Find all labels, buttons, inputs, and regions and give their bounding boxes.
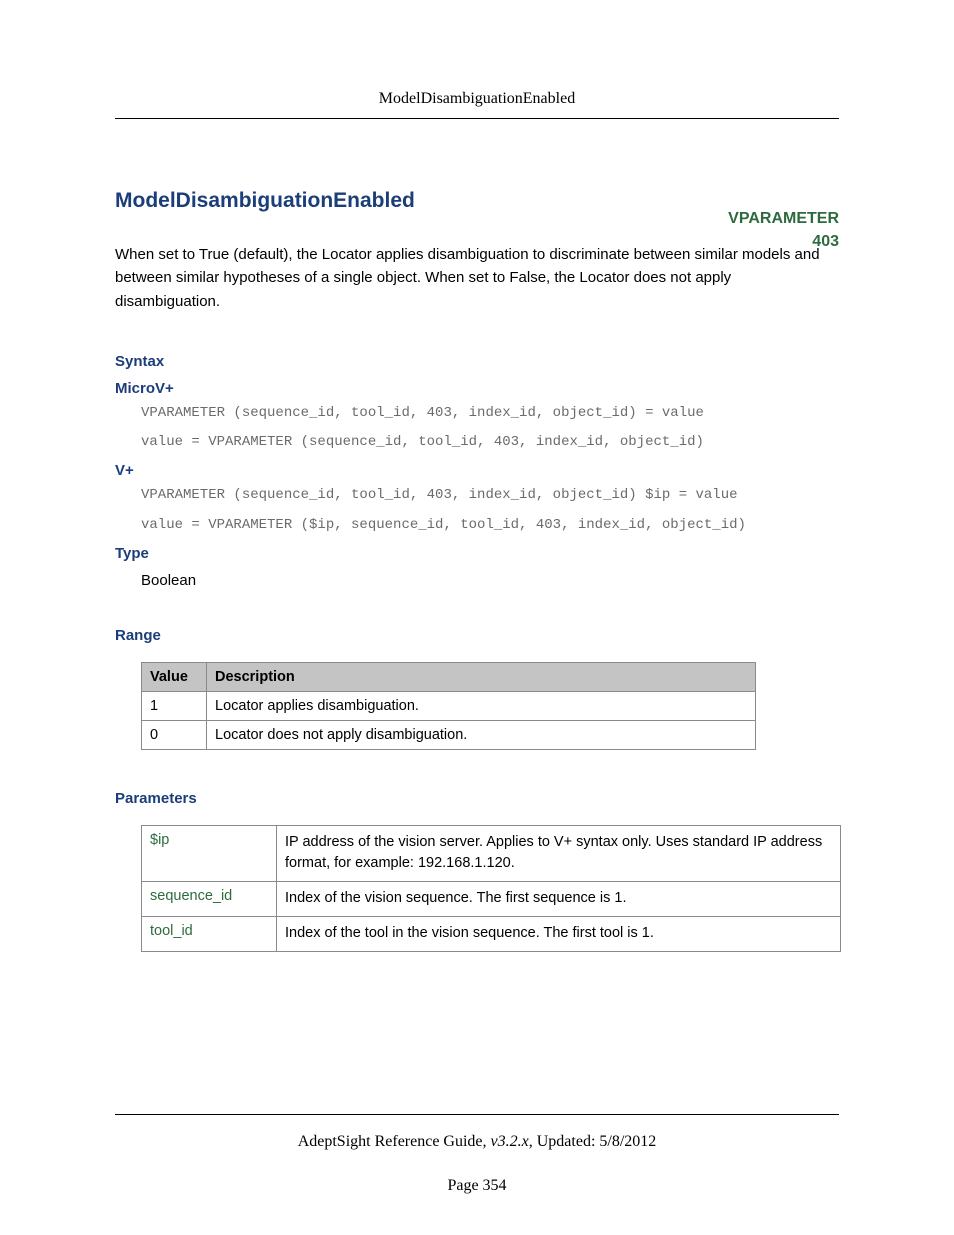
code-vplus-2: value = VPARAMETER ($ip, sequence_id, to…	[141, 515, 839, 537]
table-row: 0 Locator does not apply disambiguation.	[142, 720, 756, 749]
vplus-heading: V+	[115, 462, 839, 479]
vparameter-badge: VPARAMETER 403	[728, 207, 839, 253]
col-description: Description	[207, 662, 756, 691]
footer-text: AdeptSight Reference Guide, v3.2.x, Upda…	[115, 1133, 839, 1151]
table-row: sequence_id Index of the vision sequence…	[142, 882, 841, 917]
table-header-row: Value Description	[142, 662, 756, 691]
table-row: tool_id Index of the tool in the vision …	[142, 916, 841, 951]
code-microv-2: value = VPARAMETER (sequence_id, tool_id…	[141, 432, 839, 454]
page-footer: AdeptSight Reference Guide, v3.2.x, Upda…	[115, 1114, 839, 1195]
cell-desc: Locator does not apply disambiguation.	[207, 720, 756, 749]
col-value: Value	[142, 662, 207, 691]
type-heading: Type	[115, 545, 839, 562]
param-name: $ip	[142, 825, 277, 882]
microv-heading: MicroV+	[115, 380, 839, 397]
footer-updated: , Updated: 5/8/2012	[529, 1133, 657, 1150]
syntax-heading: Syntax	[115, 353, 839, 370]
code-microv-1: VPARAMETER (sequence_id, tool_id, 403, i…	[141, 403, 839, 425]
table-row: $ip IP address of the vision server. App…	[142, 825, 841, 882]
param-name: sequence_id	[142, 882, 277, 917]
footer-version: , v3.2.x	[483, 1133, 529, 1150]
range-heading: Range	[115, 627, 839, 644]
parameters-heading: Parameters	[115, 790, 839, 807]
vparameter-code: 403	[728, 230, 839, 253]
type-value: Boolean	[141, 572, 839, 589]
page-number: Page 354	[115, 1177, 839, 1195]
parameters-table: $ip IP address of the vision server. App…	[141, 825, 841, 952]
param-desc: Index of the vision sequence. The first …	[277, 882, 841, 917]
param-desc: Index of the tool in the vision sequence…	[277, 916, 841, 951]
cell-desc: Locator applies disambiguation.	[207, 691, 756, 720]
cell-value: 0	[142, 720, 207, 749]
range-table: Value Description 1 Locator applies disa…	[141, 662, 756, 750]
footer-rule	[115, 1114, 839, 1115]
cell-value: 1	[142, 691, 207, 720]
param-name: tool_id	[142, 916, 277, 951]
vparameter-label: VPARAMETER	[728, 207, 839, 230]
code-vplus-1: VPARAMETER (sequence_id, tool_id, 403, i…	[141, 485, 839, 507]
intro-paragraph: When set to True (default), the Locator …	[115, 243, 839, 313]
running-header: ModelDisambiguationEnabled	[115, 90, 839, 119]
param-desc: IP address of the vision server. Applies…	[277, 825, 841, 882]
title-row: ModelDisambiguationEnabled VPARAMETER 40…	[115, 189, 839, 213]
table-row: 1 Locator applies disambiguation.	[142, 691, 756, 720]
footer-guide: AdeptSight Reference Guide	[298, 1133, 483, 1150]
